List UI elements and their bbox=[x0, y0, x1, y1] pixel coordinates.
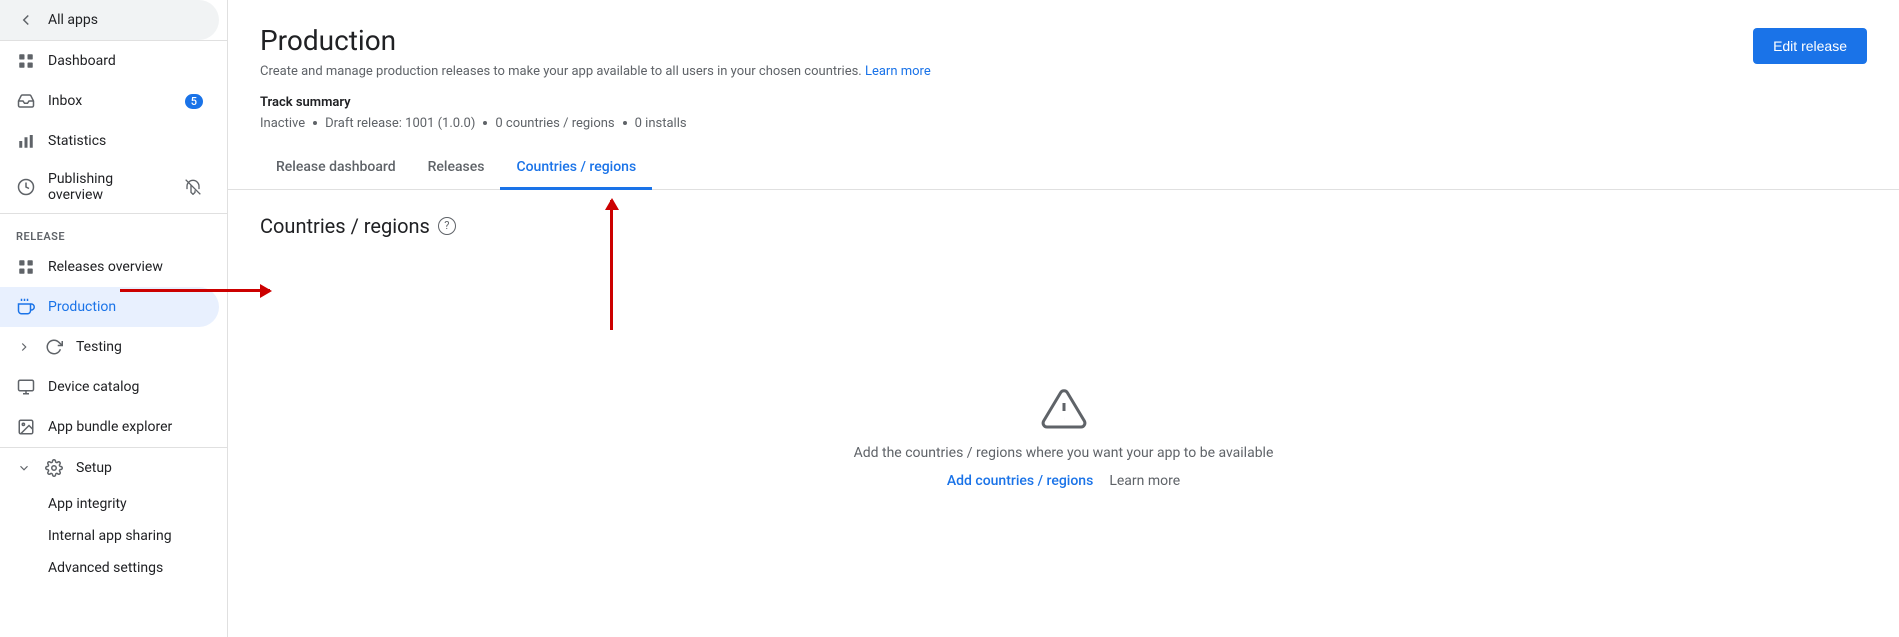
dashboard-label: Dashboard bbox=[48, 53, 116, 69]
statistics-icon bbox=[16, 131, 36, 151]
sidebar-item-production[interactable]: Production bbox=[0, 287, 219, 327]
device-catalog-icon bbox=[16, 377, 36, 397]
empty-state-learn-more[interactable]: Learn more bbox=[1109, 473, 1180, 489]
dashboard-icon bbox=[16, 51, 36, 71]
track-summary-info: Inactive Draft release: 1001 (1.0.0) 0 c… bbox=[260, 116, 1867, 131]
section-title: Countries / regions ? bbox=[260, 214, 1867, 238]
app-bundle-explorer-label: App bundle explorer bbox=[48, 419, 172, 435]
testing-label: Testing bbox=[76, 339, 122, 355]
track-summary: Track summary Inactive Draft release: 10… bbox=[228, 79, 1899, 147]
publishing-overview-notify-icon bbox=[183, 177, 203, 197]
empty-state-actions: Add countries / regions Learn more bbox=[947, 473, 1180, 489]
sidebar-item-releases-overview[interactable]: Releases overview bbox=[0, 247, 219, 287]
main-header-left: Production Create and manage production … bbox=[260, 24, 931, 79]
track-installs: 0 installs bbox=[635, 116, 687, 131]
internal-app-sharing-label: Internal app sharing bbox=[48, 528, 172, 544]
track-dot-1 bbox=[313, 121, 317, 125]
track-dot-2 bbox=[483, 121, 487, 125]
testing-chevron-icon bbox=[16, 339, 32, 355]
arrow-left-icon bbox=[16, 10, 36, 30]
tab-release-dashboard[interactable]: Release dashboard bbox=[260, 147, 412, 190]
production-icon bbox=[16, 297, 36, 317]
setup-chevron-icon bbox=[16, 460, 32, 476]
publishing-overview-icon bbox=[16, 177, 36, 197]
releases-overview-label: Releases overview bbox=[48, 259, 163, 275]
sidebar: All apps Dashboard I bbox=[0, 0, 228, 637]
advanced-settings-label: Advanced settings bbox=[48, 560, 163, 576]
setup-label: Setup bbox=[76, 460, 112, 476]
track-countries: 0 countries / regions bbox=[495, 116, 614, 131]
main-header: Production Create and manage production … bbox=[228, 0, 1899, 79]
sidebar-sub-item-app-integrity[interactable]: App integrity bbox=[0, 488, 219, 520]
page-subtitle: Create and manage production releases to… bbox=[260, 64, 931, 79]
tab-releases[interactable]: Releases bbox=[412, 147, 501, 190]
help-icon[interactable]: ? bbox=[438, 217, 456, 235]
sidebar-item-device-catalog[interactable]: Device catalog bbox=[0, 367, 219, 407]
device-catalog-label: Device catalog bbox=[48, 379, 139, 395]
sidebar-item-all-apps[interactable]: All apps bbox=[0, 0, 219, 40]
sidebar-item-dashboard[interactable]: Dashboard bbox=[0, 41, 219, 81]
section-title-text: Countries / regions bbox=[260, 214, 430, 238]
track-summary-title: Track summary bbox=[260, 95, 1867, 110]
sidebar-item-setup[interactable]: Setup bbox=[0, 448, 219, 488]
sidebar-item-app-bundle-explorer[interactable]: App bundle explorer bbox=[0, 407, 219, 447]
app-integrity-label: App integrity bbox=[48, 496, 127, 512]
testing-icon bbox=[44, 337, 64, 357]
sidebar-item-publishing-overview[interactable]: Publishing overview bbox=[0, 161, 219, 213]
empty-state: Add the countries / regions where you wa… bbox=[260, 262, 1867, 613]
production-label: Production bbox=[48, 299, 116, 315]
add-countries-link[interactable]: Add countries / regions bbox=[947, 473, 1093, 489]
inbox-badge: 5 bbox=[185, 94, 203, 109]
sidebar-item-statistics[interactable]: Statistics bbox=[0, 121, 219, 161]
learn-more-link-header[interactable]: Learn more bbox=[865, 64, 931, 79]
sidebar-item-testing[interactable]: Testing bbox=[0, 327, 219, 367]
main-content: Production Create and manage production … bbox=[228, 0, 1899, 637]
track-status: Inactive bbox=[260, 116, 305, 131]
track-draft-release: Draft release: 1001 (1.0.0) bbox=[325, 116, 475, 131]
empty-state-text: Add the countries / regions where you wa… bbox=[854, 445, 1274, 461]
track-dot-3 bbox=[623, 121, 627, 125]
publishing-overview-label: Publishing overview bbox=[48, 171, 171, 203]
tabs-bar: Release dashboard Releases Countries / r… bbox=[228, 147, 1899, 190]
all-apps-label: All apps bbox=[48, 12, 98, 28]
app-bundle-icon bbox=[16, 417, 36, 437]
subtitle-text: Create and manage production releases to… bbox=[260, 64, 862, 79]
sidebar-item-inbox[interactable]: Inbox 5 bbox=[0, 81, 219, 121]
inbox-icon bbox=[16, 91, 36, 111]
inbox-label: Inbox bbox=[48, 93, 82, 109]
edit-release-button[interactable]: Edit release bbox=[1753, 28, 1867, 64]
content-area: Countries / regions ? Add the countries … bbox=[228, 190, 1899, 637]
tab-countries-regions[interactable]: Countries / regions bbox=[500, 147, 652, 190]
empty-state-icon bbox=[1040, 385, 1088, 433]
page-title: Production bbox=[260, 24, 931, 58]
release-section-label: Release bbox=[0, 214, 227, 247]
sidebar-sub-item-advanced-settings[interactable]: Advanced settings bbox=[0, 552, 219, 584]
setup-icon bbox=[44, 458, 64, 478]
statistics-label: Statistics bbox=[48, 133, 106, 149]
releases-overview-icon bbox=[16, 257, 36, 277]
sidebar-sub-item-internal-app-sharing[interactable]: Internal app sharing bbox=[0, 520, 219, 552]
